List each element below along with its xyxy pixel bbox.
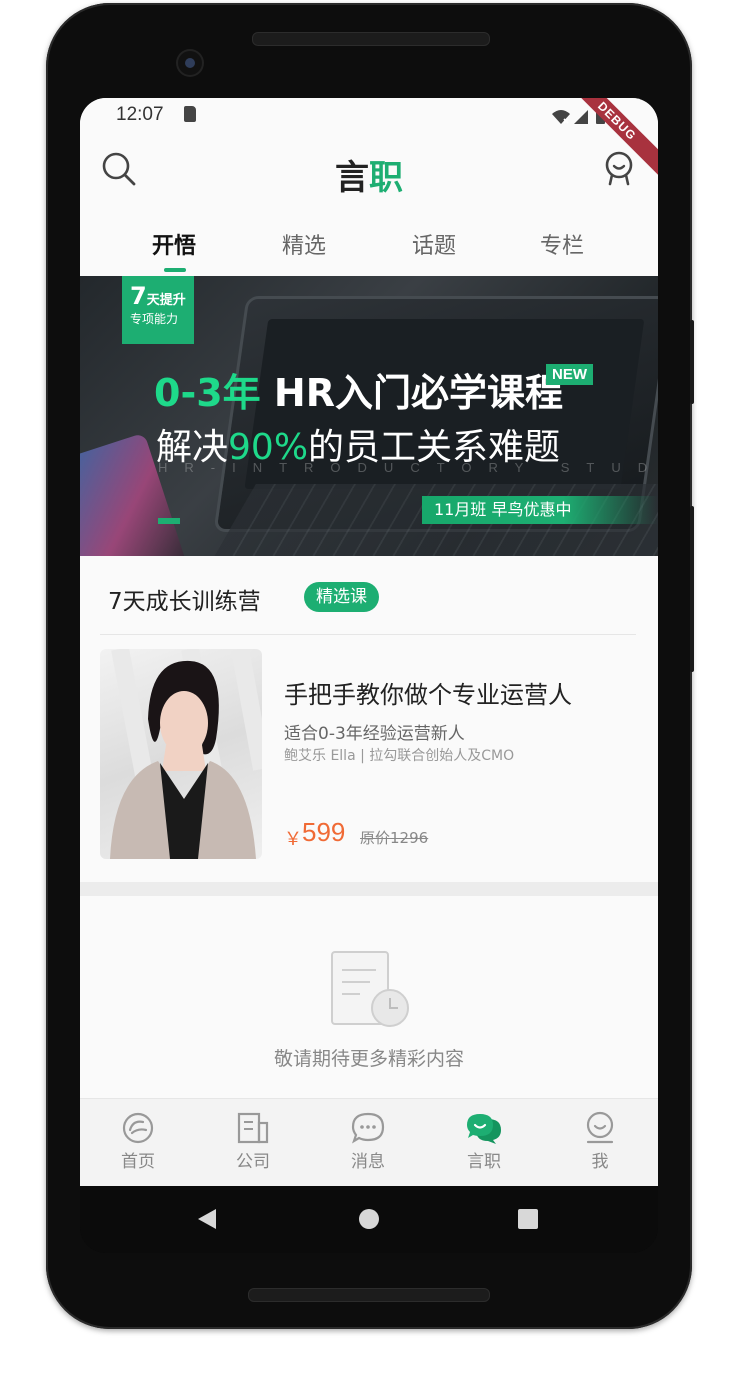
section-gap [80,882,658,896]
system-nav-bar [80,1186,658,1253]
face-profile-icon[interactable] [600,150,638,188]
empty-state: 敬请期待更多精彩内容 [80,896,658,1098]
recents-icon[interactable] [517,1208,539,1230]
course-description: 适合0-3年经验运营新人 [284,724,465,744]
home-button-icon[interactable] [358,1208,380,1230]
nav-home[interactable]: 首页 [88,1111,188,1181]
app-title-part2: 职 [369,158,403,198]
document-clock-icon [331,951,409,1027]
banner-promo-tag: 11月班 早鸟优惠中 [422,496,658,524]
banner-badge-line1: 天提升 [146,293,186,308]
app-root: 12:07 言职 DEBUG 开悟 精选 话题 专栏 7天提升 专项能力 0-3… [80,98,658,1187]
nav-label-home: 首页 [121,1152,155,1172]
banner-badge-line2: 专项能力 [130,312,179,326]
section-title: 7天成长训练营 [108,589,261,615]
nav-label-messages: 消息 [351,1152,385,1172]
app-bar: 言职 [80,136,658,206]
back-icon[interactable] [196,1207,218,1231]
front-camera [178,51,202,75]
top-speaker [252,32,490,46]
banner-watermark: HR-INTRODUCTORY STUDY [158,460,658,475]
tab-indicator [164,268,186,272]
course-price: 599 [302,817,346,847]
nav-label-yanzhi: 言职 [467,1152,501,1172]
yanzhi-icon [467,1114,501,1144]
status-time: 12:07 [116,104,164,125]
sd-card-icon [184,106,196,122]
nav-label-me: 我 [591,1152,609,1172]
course-card[interactable]: 手把手教你做个专业运营人 适合0-3年经验运营新人 鲍艾乐 Ella | 拉勾联… [100,649,638,861]
message-icon [351,1112,385,1144]
section-divider [100,634,636,635]
new-tag: NEW [546,364,593,385]
volume-button [690,506,694,672]
company-icon [237,1112,269,1144]
home-icon [122,1112,154,1144]
bottom-speaker [248,1288,490,1302]
profile-icon [586,1111,614,1144]
price-currency: ￥ [284,829,302,850]
banner-headline-rest: HR入门必学课程 [260,371,563,415]
status-bar: 12:07 [80,98,658,136]
section-badge: 精选课 [304,582,379,612]
banner-page-indicator [158,518,180,524]
nav-me[interactable]: 我 [550,1111,650,1181]
tab-zhuanlan[interactable]: 专栏 [502,228,622,260]
nav-label-company: 公司 [236,1152,270,1172]
tab-huati[interactable]: 话题 [374,228,494,260]
course-author: 鲍艾乐 Ella | 拉勾联合创始人及CMO [284,748,515,764]
banner-headline-accent: 0-3年 [154,371,261,415]
device-screen: 12:07 言职 DEBUG 开悟 精选 话题 专栏 7天提升 专项能力 0-3… [80,98,658,1253]
nav-yanzhi[interactable]: 言职 [434,1111,534,1181]
nav-messages[interactable]: 消息 [318,1111,418,1181]
empty-state-text: 敬请期待更多精彩内容 [273,1048,464,1070]
course-title: 手把手教你做个专业运营人 [284,681,572,709]
app-title: 言职 [80,150,658,199]
promo-banner[interactable]: 7天提升 专项能力 0-3年 HR入门必学课程 NEW 解决90%的员工关系难题… [80,276,658,556]
course-thumbnail [100,649,262,859]
banner-badge-number: 7 [130,282,147,310]
nav-company[interactable]: 公司 [203,1111,303,1181]
training-camp-section: 7天成长训练营 精选课 手把手教你做个专业运营人 适合0-3年经验运营新人 鲍艾… [80,556,658,882]
banner-headline: 0-3年 HR入门必学课程 [154,362,563,417]
banner-badge: 7天提升 专项能力 [122,276,194,344]
app-title-part1: 言 [335,158,369,198]
tab-kaiwu[interactable]: 开悟 [114,228,234,260]
power-button [690,320,694,404]
tab-bar: 开悟 精选 话题 专栏 [80,210,658,276]
course-original-price: 原价1296 [360,829,429,847]
tab-jingxuan[interactable]: 精选 [244,228,364,260]
bottom-nav: 首页 公司 消息 言职 我 [80,1098,658,1187]
